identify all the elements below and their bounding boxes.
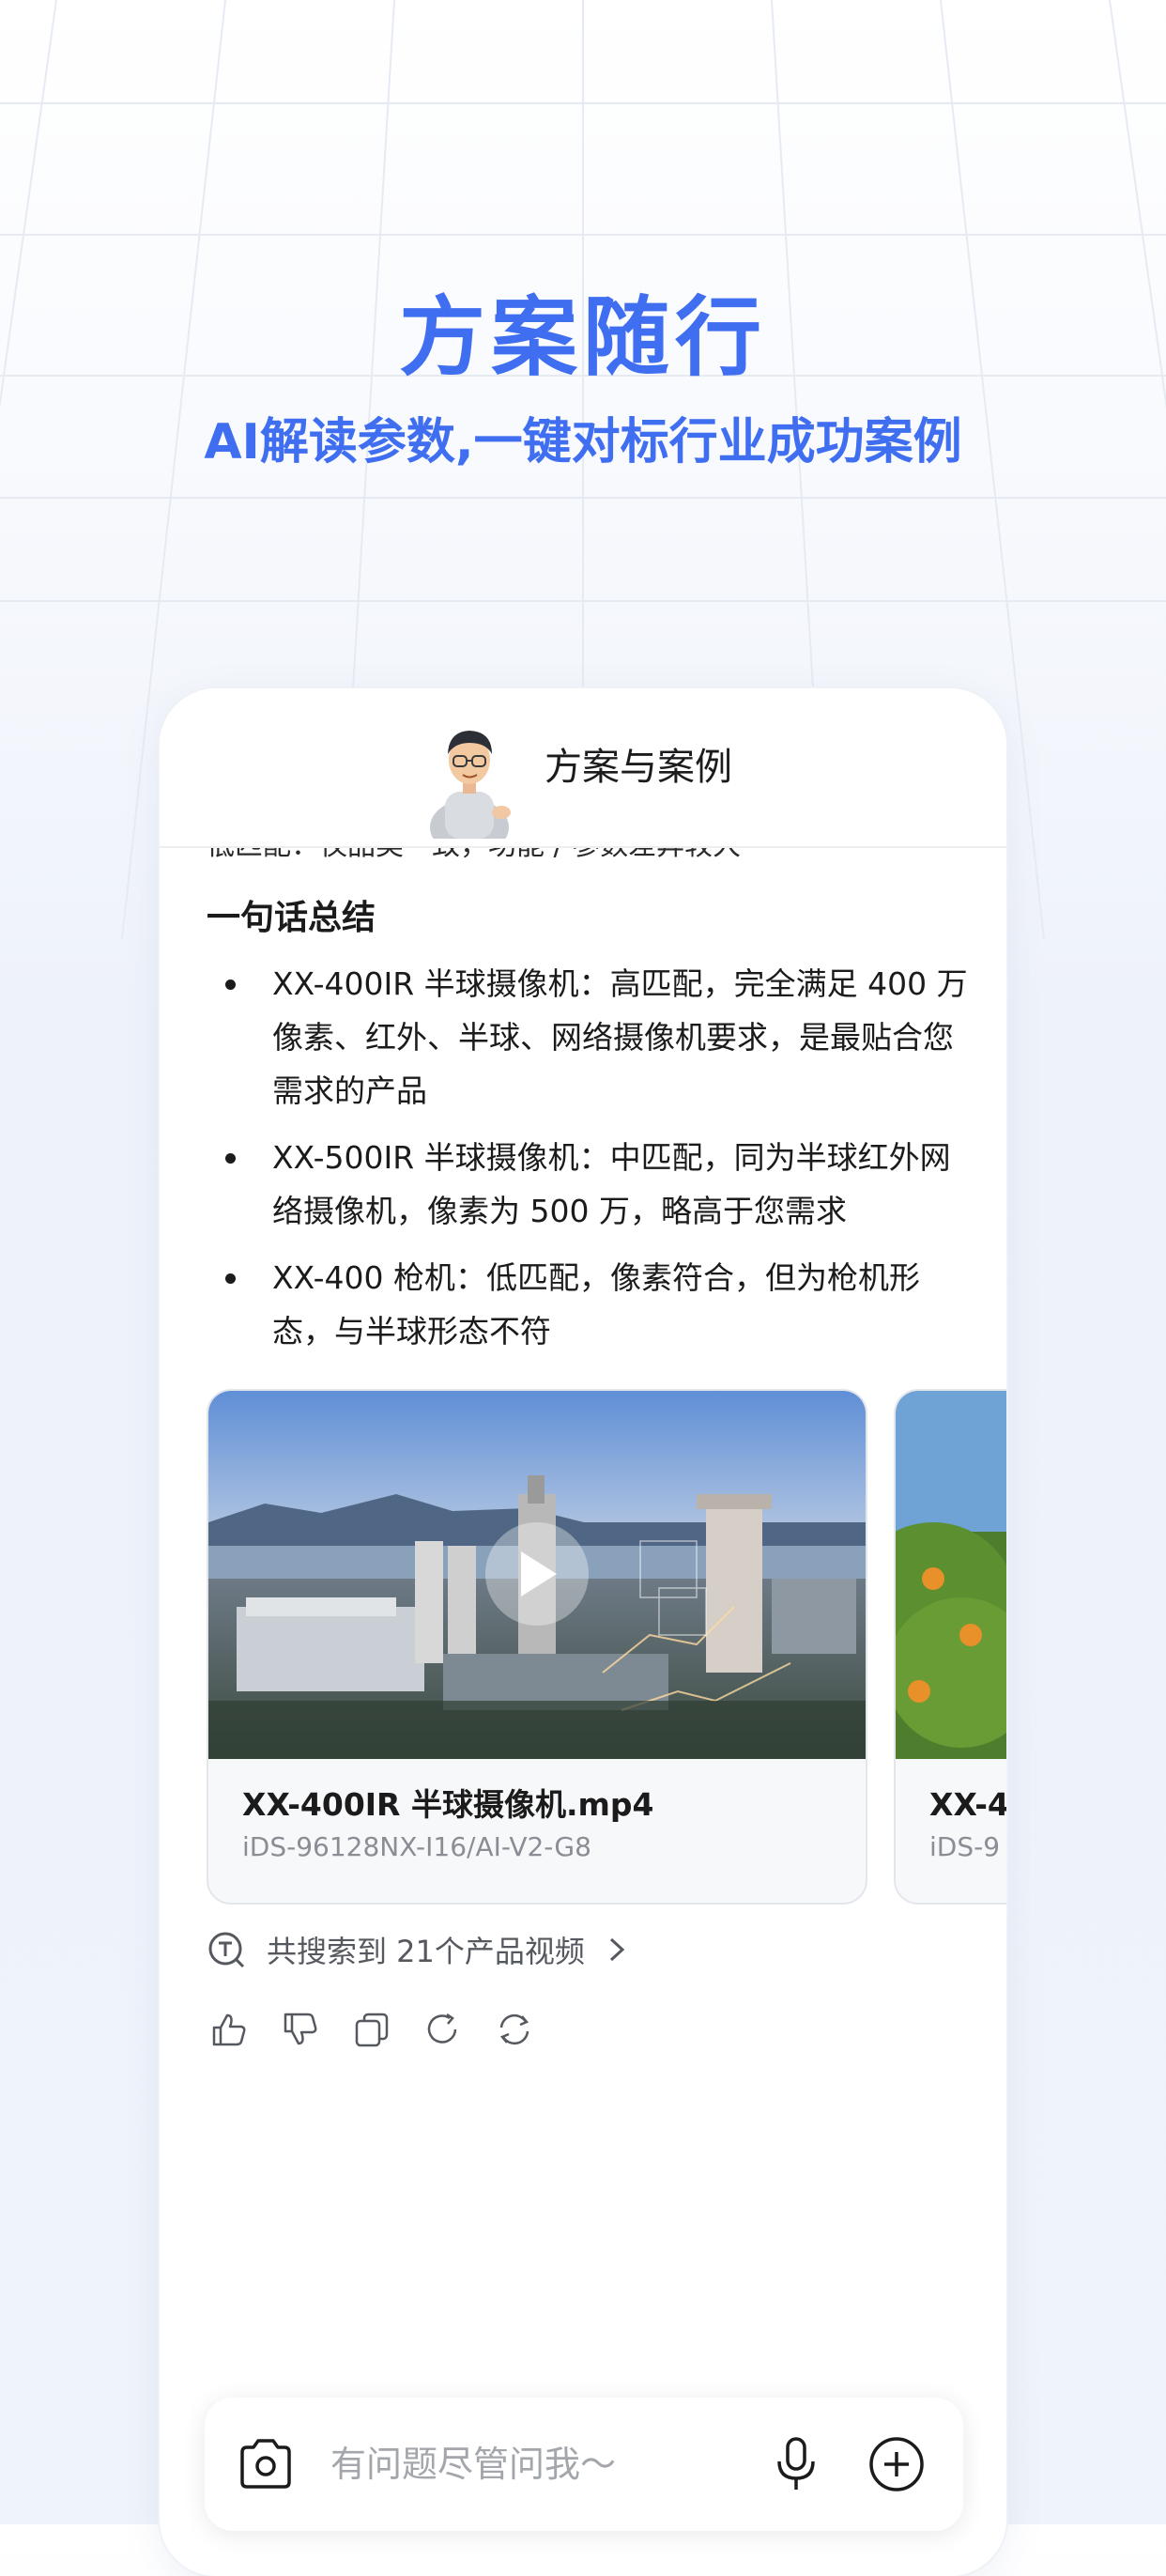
list-item: XX-500IR 半球摄像机：中匹配，同为半球红外网络摄像机，像素为 500 万…	[207, 1131, 976, 1238]
chat-input-bar[interactable]: 有问题尽管问我～	[205, 2398, 963, 2531]
video-thumbnail[interactable]	[896, 1391, 1006, 1759]
chevron-right-icon	[609, 1937, 625, 1962]
chat-header: 方案与案例	[160, 688, 1006, 848]
video-title: XX-4	[929, 1786, 1006, 1823]
camera-icon[interactable]	[237, 2435, 295, 2493]
video-title: XX-400IR 半球摄像机.mp4	[242, 1786, 654, 1823]
search-text-icon	[208, 1932, 245, 1968]
thumb-up-icon[interactable]	[210, 2011, 248, 2048]
video-thumbnail[interactable]	[208, 1391, 866, 1759]
refresh-icon[interactable]	[496, 2011, 533, 2048]
search-result-text: 共搜索到 21个产品视频	[267, 1934, 585, 1969]
assistant-avatar	[430, 731, 511, 839]
chat-content[interactable]: 低匹配：仅品类一致，功能 / 参数差异较大 一句话总结 XX-400IR 半球摄…	[160, 846, 1006, 2574]
hero-subtitle: AI解读参数,一键对标行业成功案例	[204, 414, 962, 470]
partial-text-line: 低匹配：仅品类一致，功能 / 参数差异较大	[207, 846, 741, 865]
search-result-link[interactable]: 共搜索到 21个产品视频	[207, 1926, 628, 1973]
summary-list: XX-400IR 半球摄像机：高匹配，完全满足 400 万像素、红外、半球、网络…	[207, 957, 976, 1371]
video-card[interactable]: XX-4 iDS-9	[894, 1389, 1006, 1905]
chat-header-title: 方案与案例	[545, 746, 732, 789]
microphone-icon[interactable]	[772, 2435, 821, 2493]
video-carousel[interactable]: XX-400IR 半球摄像机.mp4 iDS-96128NX-I16/AI-V2…	[207, 1389, 1006, 1905]
video-card[interactable]: XX-400IR 半球摄像机.mp4 iDS-96128NX-I16/AI-V2…	[207, 1389, 867, 1905]
video-model: iDS-9	[929, 1831, 1001, 1862]
regenerate-icon[interactable]	[424, 2011, 462, 2048]
add-icon[interactable]	[867, 2435, 926, 2493]
video-model: iDS-96128NX-I16/AI-V2-G8	[242, 1831, 591, 1862]
hero-title: 方案随行	[398, 287, 767, 388]
message-input[interactable]: 有问题尽管问我～	[330, 2439, 616, 2490]
phone-mockup: 方案与案例 低匹配：仅品类一致，功能 / 参数差异较大 一句话总结 XX-400…	[160, 688, 1006, 2576]
play-icon	[521, 1551, 557, 1597]
list-item: XX-400 枪机：低匹配，像素符合，但为枪机形态，与半球形态不符	[207, 1251, 976, 1358]
orchard-scene-image	[896, 1391, 1006, 1759]
play-button[interactable]	[485, 1522, 589, 1626]
message-actions	[210, 2011, 533, 2048]
copy-icon[interactable]	[353, 2011, 391, 2048]
summary-heading: 一句话总结	[207, 899, 376, 937]
list-item: XX-400IR 半球摄像机：高匹配，完全满足 400 万像素、红外、半球、网络…	[207, 957, 976, 1118]
thumb-down-icon[interactable]	[282, 2011, 319, 2048]
